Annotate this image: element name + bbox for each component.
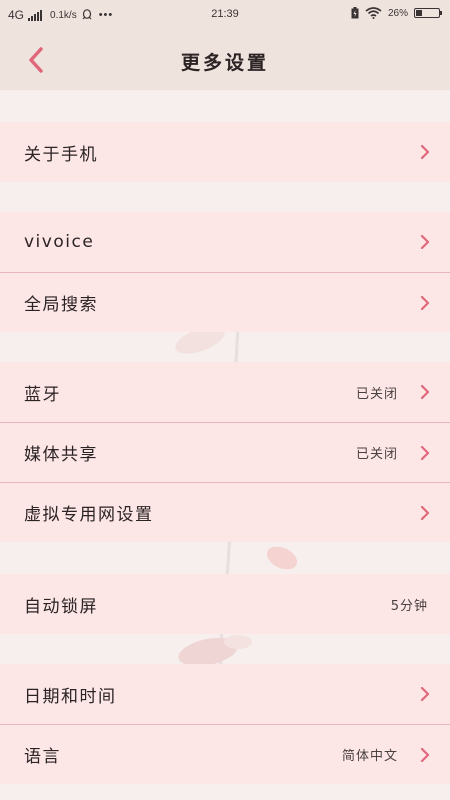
settings-item-value: 已关闭	[355, 386, 398, 402]
settings-group-about: 关于手机	[0, 122, 450, 182]
chevron-right-icon	[420, 235, 430, 249]
settings-item-label: 媒体共享	[24, 445, 98, 465]
battery-charging-icon	[351, 7, 359, 19]
settings-item-label: 关于手机	[24, 144, 98, 165]
wifi-icon	[365, 7, 382, 19]
battery-icon	[414, 8, 442, 18]
settings-list: 关于手机 vivoice 全局搜索 蓝牙 已关闭 媒体共享 已关闭 虚拟专用网设…	[0, 90, 450, 800]
battery-percent: 26%	[387, 7, 408, 19]
settings-item-value: 5分钟	[390, 598, 428, 614]
settings-item-value: 已关闭	[355, 447, 398, 462]
settings-item-vivoice[interactable]: vivoice	[0, 212, 450, 272]
settings-item-value: 简体中文	[341, 749, 398, 764]
settings-item-about-phone[interactable]: 关于手机	[0, 122, 450, 182]
page-title: 更多设置	[180, 52, 269, 74]
status-right: 26%	[351, 7, 442, 19]
settings-item-label: 自动锁屏	[24, 596, 98, 617]
settings-item-vpn[interactable]: 虚拟专用网设置	[0, 482, 450, 542]
settings-item-language[interactable]: 语言 简体中文	[0, 724, 450, 784]
settings-item-auto-lock[interactable]: 自动锁屏 5分钟	[0, 574, 450, 634]
settings-group-locale: 日期和时间 语言 简体中文	[0, 664, 450, 784]
settings-item-label: 虚拟专用网设置	[24, 505, 154, 525]
settings-item-date-time[interactable]: 日期和时间	[0, 664, 450, 724]
settings-group-search: vivoice 全局搜索	[0, 212, 450, 332]
settings-item-label: vivoice	[24, 232, 95, 252]
settings-item-media-sharing[interactable]: 媒体共享 已关闭	[0, 422, 450, 482]
chevron-right-icon	[420, 506, 430, 520]
chevron-right-icon	[420, 145, 430, 159]
settings-item-label: 全局搜索	[24, 295, 98, 315]
chevron-right-icon	[420, 687, 430, 701]
settings-item-bluetooth[interactable]: 蓝牙 已关闭	[0, 362, 450, 422]
title-bar: 更多设置	[0, 30, 450, 90]
battery-level	[416, 10, 422, 16]
settings-item-label: 蓝牙	[24, 384, 61, 405]
chevron-right-icon	[420, 748, 430, 762]
settings-item-global-search[interactable]: 全局搜索	[0, 272, 450, 332]
settings-group-lock: 自动锁屏 5分钟	[0, 574, 450, 634]
chevron-right-icon	[420, 446, 430, 460]
chevron-right-icon	[420, 296, 430, 310]
settings-item-label: 语言	[24, 747, 61, 767]
settings-item-label: 日期和时间	[24, 686, 117, 707]
chevron-right-icon	[420, 385, 430, 399]
status-bar: 4G 0.1k/s ••• 21:39 26%	[0, 0, 450, 30]
settings-group-connectivity: 蓝牙 已关闭 媒体共享 已关闭 虚拟专用网设置	[0, 362, 450, 542]
